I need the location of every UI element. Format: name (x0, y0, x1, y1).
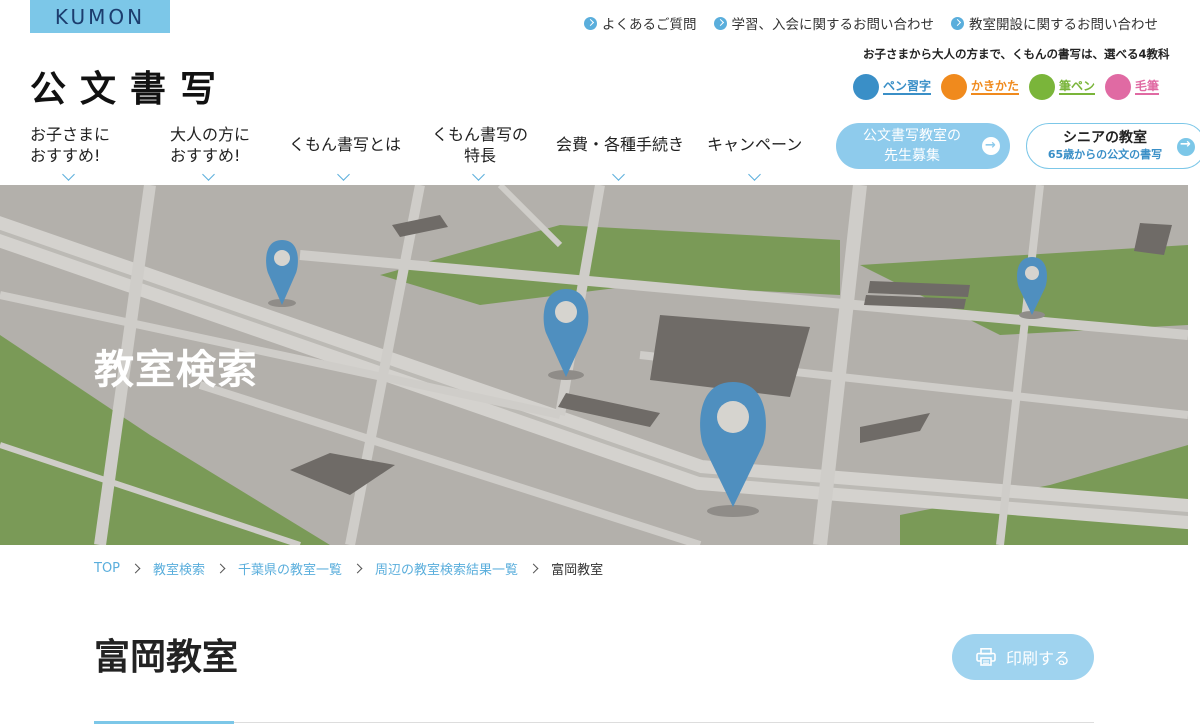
nav-campaign[interactable]: キャンペーン (707, 134, 803, 181)
nav-label-line1: くもん書写とは (289, 135, 402, 154)
chevron-down-icon (612, 168, 625, 181)
breadcrumb-top[interactable]: TOP (94, 561, 120, 576)
top-utility-links: よくあるご質問 学習、入会に関するお問い合わせ 教室開設に関するお問い合わせ (584, 13, 1158, 33)
faq-link-label: よくあるご質問 (602, 17, 697, 33)
chevron-down-icon (337, 168, 350, 181)
breadcrumb: TOP 教室検索 千葉県の教室一覧 周辺の教室検索結果一覧 富岡教室 (94, 559, 603, 578)
chevron-circle-icon (951, 16, 964, 30)
chevron-down-icon (202, 168, 215, 181)
nav-features[interactable]: くもん書写の 特長 (432, 124, 529, 181)
senior-label-line2: 65歳からの公文の書写 (1047, 148, 1163, 161)
teacher-recruit-button[interactable]: 公文書写教室の 先生募集 (836, 123, 1010, 169)
nav-label-line1: 会費・各種手続き (556, 135, 685, 154)
subject-label: かきかた (971, 79, 1020, 95)
subject-pen-shuji[interactable]: ペン習字 (853, 74, 932, 100)
subject-label: 毛筆 (1135, 79, 1160, 95)
subject-links: ペン習字 かきかた 筆ペン 毛筆 (853, 74, 1160, 100)
content-divider (94, 722, 1094, 723)
print-button-label: 印刷する (1005, 649, 1070, 668)
learning-inquiry-link[interactable]: 学習、入会に関するお問い合わせ (713, 13, 935, 33)
print-button[interactable]: 印刷する (952, 634, 1094, 680)
faq-link[interactable]: よくあるご質問 (584, 13, 697, 33)
chevron-right-icon (352, 563, 363, 574)
subject-fude-pen[interactable]: 筆ペン (1029, 74, 1096, 100)
subject-mohitsu[interactable]: 毛筆 (1105, 74, 1160, 100)
arrow-right-icon (982, 136, 1000, 156)
site-title[interactable]: 公文書写 (30, 60, 230, 112)
brush-icon (1105, 74, 1132, 100)
classroom-opening-inquiry-label: 教室開設に関するお問い合わせ (969, 17, 1158, 33)
nav-fees[interactable]: 会費・各種手続き (556, 134, 685, 181)
chevron-down-icon (472, 168, 485, 181)
chevron-down-icon (748, 168, 761, 181)
printer-icon (976, 648, 996, 666)
senior-label-line1: シニアの教室 (1063, 130, 1147, 146)
chevron-circle-icon (713, 16, 727, 30)
nav-label-line1: 大人の方に (170, 125, 251, 144)
nav-label-line2: おすすめ! (30, 146, 101, 165)
arrow-right-icon (1177, 137, 1195, 156)
nav-label-line2: 特長 (464, 146, 497, 165)
senior-classroom-button[interactable]: シニアの教室 65歳からの公文の書写 (1026, 123, 1200, 169)
nav-label-line1: くもん書写の (432, 125, 529, 144)
learning-inquiry-label: 学習、入会に関するお問い合わせ (731, 17, 935, 33)
hero-banner: 教室検索 (0, 185, 1188, 545)
chevron-down-icon (62, 168, 75, 181)
chevron-right-icon (215, 563, 226, 574)
nav-label-line2: おすすめ! (170, 146, 241, 165)
breadcrumb-search[interactable]: 教室検索 (153, 559, 205, 578)
chevron-right-icon (528, 563, 539, 574)
site-header: KUMON 公文書写 よくあるご質問 学習、入会に関するお問い合わせ 教室開設に… (0, 0, 1200, 185)
subjects-tagline: お子さまから大人の方まで、くもんの書写は、選べる4教科 (863, 47, 1170, 61)
nav-label-line1: キャンペーン (707, 135, 803, 154)
brush-pen-icon (1029, 74, 1056, 100)
pen-icon (853, 74, 879, 100)
recruit-label-line1: 公文書写教室の (863, 128, 961, 144)
recruit-label-line2: 先生募集 (884, 148, 940, 164)
page-title: 富岡教室 (94, 637, 239, 678)
nav-for-children[interactable]: お子さまに おすすめ! (30, 124, 111, 181)
breadcrumb-prefecture-list[interactable]: 千葉県の教室一覧 (238, 559, 342, 578)
nav-label-line1: お子さまに (30, 125, 111, 144)
hero-title: 教室検索 (94, 347, 258, 393)
chevron-circle-icon (584, 16, 597, 30)
pencil-icon (941, 74, 968, 100)
kumon-logo[interactable]: KUMON (30, 0, 170, 33)
breadcrumb-current: 富岡教室 (551, 563, 604, 578)
classroom-opening-inquiry-link[interactable]: 教室開設に関するお問い合わせ (951, 13, 1158, 33)
breadcrumb-nearby-results[interactable]: 周辺の教室検索結果一覧 (375, 559, 518, 578)
chevron-right-icon (130, 563, 141, 574)
nav-for-adults[interactable]: 大人の方に おすすめ! (170, 124, 251, 181)
subject-label: 筆ペン (1059, 79, 1096, 95)
global-nav: お子さまに おすすめ! 大人の方に おすすめ! くもん書写とは くもん書写の 特… (0, 118, 1200, 185)
subject-kakikata[interactable]: かきかた (941, 74, 1020, 100)
subject-label: ペン習字 (883, 79, 932, 95)
nav-about[interactable]: くもん書写とは (289, 134, 402, 181)
